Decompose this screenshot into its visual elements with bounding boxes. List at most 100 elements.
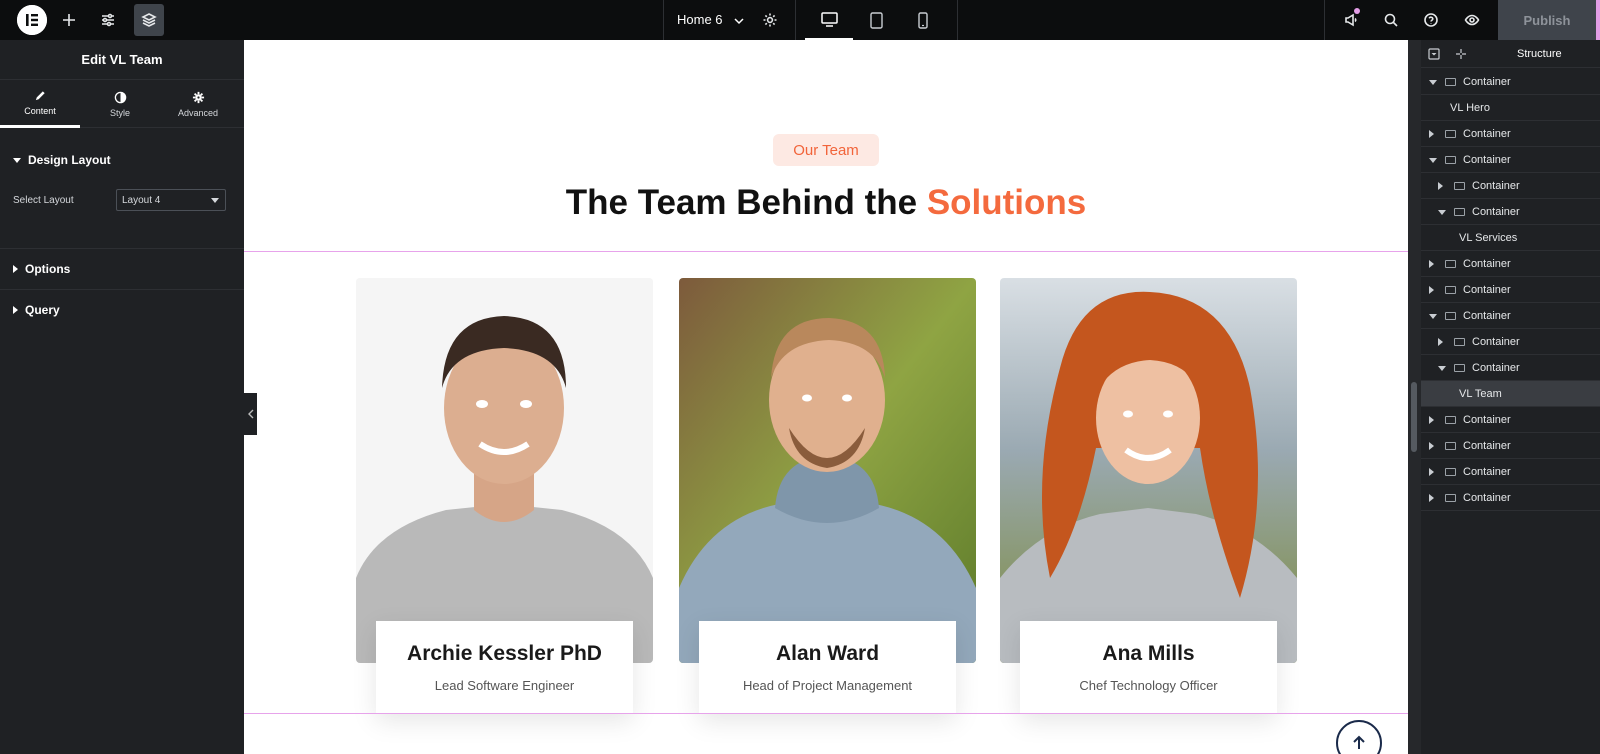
notifications-button[interactable] (1336, 4, 1366, 36)
caret-right-icon[interactable] (1429, 286, 1434, 294)
desktop-view-button[interactable] (805, 0, 853, 40)
tree-item[interactable]: Container (1421, 459, 1600, 485)
caret-right-icon[interactable] (1429, 260, 1434, 268)
section-heading[interactable]: The Team Behind the Solutions (244, 183, 1408, 223)
tree-item[interactable]: Container (1421, 251, 1600, 277)
caret-right-icon (13, 265, 18, 273)
tree-item[interactable]: Container (1421, 121, 1600, 147)
caret-right-icon (13, 306, 18, 314)
tree-item[interactable]: Container (1421, 277, 1600, 303)
tree-item[interactable]: Container (1421, 355, 1600, 381)
tree-item[interactable]: VL Services (1421, 225, 1600, 251)
tree-item-label: VL Hero (1450, 102, 1490, 114)
tree-item[interactable]: VL Hero (1421, 95, 1600, 121)
query-section-toggle[interactable]: Query (0, 300, 60, 320)
caret-down-icon[interactable] (1429, 158, 1437, 163)
team-member-card[interactable]: Archie Kessler PhD Lead Software Enginee… (376, 621, 633, 713)
design-layout-toggle[interactable]: Design Layout (0, 152, 244, 168)
container-icon (1445, 78, 1456, 86)
help-button[interactable] (1416, 4, 1446, 36)
caret-down-icon[interactable] (1429, 314, 1437, 319)
tree-item[interactable]: Container (1421, 173, 1600, 199)
tablet-view-button[interactable] (852, 0, 900, 40)
page-settings-button[interactable] (755, 4, 785, 36)
layers-icon (141, 13, 157, 27)
tree-item[interactable]: Container (1421, 303, 1600, 329)
caret-right-icon[interactable] (1438, 182, 1443, 190)
team-member-name: Archie Kessler PhD (407, 642, 602, 665)
publish-button[interactable]: Publish (1498, 0, 1596, 40)
container-icon (1445, 442, 1456, 450)
tree-item[interactable]: Container (1421, 199, 1600, 225)
chevron-down-icon (734, 18, 744, 24)
person-photo-icon (1000, 278, 1297, 663)
design-layout-section: Design Layout Select Layout Layout 4 (0, 152, 244, 211)
structure-tree: Container VL Hero Container Container Contai… (1421, 69, 1600, 511)
team-member-role: Chef Technology Officer (1079, 678, 1218, 693)
container-icon (1454, 338, 1465, 346)
desktop-icon (820, 11, 838, 27)
tab-content[interactable]: Content (0, 80, 80, 128)
person-photo-icon (679, 278, 976, 663)
heading-main-text: The Team Behind the (565, 183, 927, 222)
tree-item-label: Container (1472, 362, 1520, 374)
team-member-role: Head of Project Management (742, 678, 913, 693)
elementor-logo-button[interactable] (17, 5, 47, 35)
caret-down-icon[interactable] (1429, 80, 1437, 85)
search-button[interactable] (1376, 4, 1406, 36)
team-member-name: Alan Ward (775, 642, 880, 665)
structure-button[interactable] (134, 4, 164, 36)
page-name-label: Home 6 (677, 12, 723, 27)
caret-right-icon[interactable] (1429, 130, 1434, 138)
site-settings-button[interactable] (93, 4, 123, 36)
team-member-photo[interactable] (356, 278, 653, 663)
container-icon (1445, 156, 1456, 164)
tree-item[interactable]: Container (1421, 407, 1600, 433)
caret-right-icon[interactable] (1438, 338, 1443, 346)
collapse-panel-button[interactable] (244, 393, 257, 435)
gear-icon (192, 91, 204, 103)
query-heading: Query (25, 303, 60, 317)
scroll-to-top-button[interactable] (1336, 720, 1382, 754)
options-section-toggle[interactable]: Options (0, 259, 70, 279)
caret-down-icon[interactable] (1438, 210, 1446, 215)
caret-right-icon[interactable] (1429, 416, 1434, 424)
tree-item[interactable]: VL Team (1421, 381, 1600, 407)
tab-style-label: Style (109, 107, 130, 118)
page-name-dropdown[interactable]: Home 6 (677, 12, 744, 27)
container-icon (1454, 208, 1465, 216)
sliders-icon (102, 13, 114, 27)
team-member-card[interactable]: Ana Mills Chef Technology Officer (1020, 621, 1277, 713)
eye-icon (1464, 14, 1480, 26)
mobile-view-button[interactable] (899, 0, 947, 40)
select-layout-dropdown[interactable]: Layout 4 (116, 189, 226, 211)
tree-item[interactable]: Container (1421, 147, 1600, 173)
caret-right-icon[interactable] (1429, 494, 1434, 502)
caret-right-icon[interactable] (1429, 468, 1434, 476)
tree-item[interactable]: Container (1421, 329, 1600, 355)
add-element-button[interactable] (54, 4, 84, 36)
section-badge[interactable]: Our Team (773, 134, 879, 166)
panel-tabs: Content Style Advanced (0, 80, 244, 128)
chevron-left-icon (247, 409, 253, 419)
sparkle-icon[interactable] (1455, 48, 1467, 60)
canvas-scrollbar-thumb[interactable] (1411, 382, 1417, 452)
canvas-scrollbar-track[interactable] (1408, 40, 1421, 754)
caret-down-icon[interactable] (1438, 366, 1446, 371)
tab-style[interactable]: Style (80, 80, 160, 128)
team-member-card[interactable]: Alan Ward Head of Project Management (699, 621, 956, 713)
select-layout-value: Layout 4 (122, 194, 161, 206)
tree-item-label: Container (1472, 336, 1520, 348)
tree-item-label: Container (1463, 76, 1511, 88)
tab-advanced[interactable]: Advanced (158, 80, 238, 128)
tree-item[interactable]: Container (1421, 485, 1600, 511)
tree-item[interactable]: Container (1421, 69, 1600, 95)
collapse-all-icon[interactable] (1428, 48, 1440, 60)
tree-item-label: Container (1463, 128, 1511, 140)
team-member-photo[interactable] (1000, 278, 1297, 663)
tree-item[interactable]: Container (1421, 433, 1600, 459)
container-icon (1454, 182, 1465, 190)
preview-button[interactable] (1457, 4, 1487, 36)
team-member-photo[interactable] (679, 278, 976, 663)
caret-right-icon[interactable] (1429, 442, 1434, 450)
